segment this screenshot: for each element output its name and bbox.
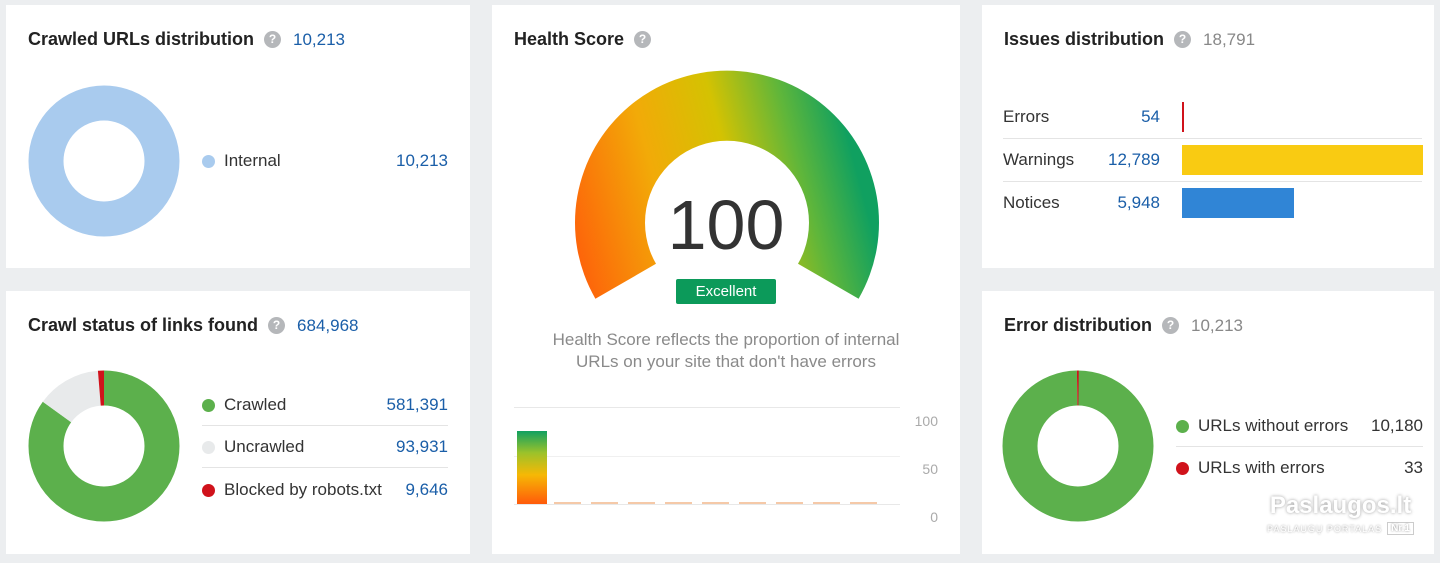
gauge-arc	[575, 70, 879, 299]
legend-value[interactable]: 93,931	[396, 437, 448, 457]
divider	[202, 467, 448, 468]
total-count[interactable]: 10,213	[293, 30, 345, 50]
watermark-logo: Paslaugos.lt PASLAUGŲ PORTALAS Nr.1	[1267, 492, 1414, 535]
crawled-urls-donut	[28, 85, 180, 237]
card-title: Crawl status of links found	[28, 315, 259, 335]
legend-dot	[202, 483, 215, 497]
watermark-brand: Paslaugos.lt	[1269, 492, 1412, 519]
issue-value-warnings[interactable]: 12,789	[1082, 150, 1160, 170]
chart-gridline-bottom	[514, 504, 900, 505]
issue-label-notices: Notices	[1003, 193, 1060, 212]
legend-dot	[202, 398, 215, 412]
issue-value-errors[interactable]: 54	[1082, 107, 1160, 127]
history-placeholder-line	[554, 502, 882, 504]
issue-label-errors: Errors	[1003, 107, 1050, 126]
crawl-status-title-row: Crawl status of links found ? 684,968	[28, 315, 358, 336]
axis-label-50: 50	[922, 461, 938, 477]
status-badge: Excellent	[676, 279, 776, 304]
legend-label: Blocked by robots.txt	[224, 480, 382, 499]
legend-item-without-errors[interactable]: URLs without errors	[1176, 416, 1348, 436]
watermark-tag: Nr.1	[1387, 522, 1414, 535]
issue-bar-notices[interactable]	[1182, 188, 1294, 218]
total-count: 10,213	[1191, 315, 1243, 335]
card-title: Crawled URLs distribution	[28, 29, 255, 49]
crawled-urls-title-row: Crawled URLs distribution ? 10,213	[28, 29, 345, 50]
help-icon[interactable]: ?	[1162, 317, 1179, 334]
legend-dot	[1176, 461, 1189, 475]
legend-item-blocked[interactable]: Blocked by robots.txt	[202, 480, 382, 500]
health-score-value: 100	[667, 186, 785, 264]
axis-label-100: 100	[914, 413, 938, 429]
legend-dot	[1176, 419, 1189, 433]
help-icon[interactable]: ?	[264, 31, 282, 48]
help-icon[interactable]: ?	[1174, 31, 1192, 48]
legend-label: Crawled	[224, 395, 287, 414]
health-score-description: Health Score reflects the proportion of …	[492, 329, 960, 373]
chart-gridline-mid	[514, 456, 900, 457]
legend-value[interactable]: 581,391	[387, 395, 448, 415]
help-icon[interactable]: ?	[268, 317, 286, 334]
legend-value[interactable]: 10,213	[396, 151, 448, 171]
legend-item-with-errors[interactable]: URLs with errors	[1176, 458, 1325, 478]
legend-label: Internal	[224, 151, 281, 170]
divider	[1003, 138, 1422, 139]
crawled-urls-card: Crawled URLs distribution ? 10,213 Inter…	[6, 5, 470, 268]
watermark-subtitle: PASLAUGŲ PORTALAS	[1267, 523, 1383, 534]
legend-label: URLs with errors	[1198, 458, 1325, 477]
issue-bar-warnings[interactable]	[1182, 145, 1423, 175]
description-line: Health Score reflects the proportion of …	[552, 330, 900, 349]
total-count: 18,791	[1203, 29, 1256, 49]
divider	[202, 425, 448, 426]
history-bar[interactable]	[517, 431, 547, 504]
issues-card: Issues distribution ? 18,791 Errors 54 W…	[982, 5, 1434, 268]
legend-item-uncrawled[interactable]: Uncrawled	[202, 437, 304, 457]
card-title: Health Score	[514, 29, 625, 49]
total-count[interactable]: 684,968	[297, 316, 358, 336]
card-title: Error distribution	[1004, 315, 1152, 335]
issue-bar-errors[interactable]	[1182, 102, 1184, 132]
error-distribution-title-row: Error distribution ? 10,213	[1004, 315, 1243, 336]
donut-segment-internal[interactable]	[28, 85, 180, 237]
issues-title-row: Issues distribution ? 18,791	[1004, 29, 1255, 50]
legend-label: URLs without errors	[1198, 416, 1349, 435]
legend-label: Uncrawled	[224, 437, 305, 456]
issue-label-warnings: Warnings	[1003, 150, 1075, 169]
divider	[1176, 446, 1423, 447]
legend-item-crawled[interactable]: Crawled	[202, 395, 286, 415]
description-line: URLs on your site that don't have errors	[576, 352, 876, 371]
health-score-card: Health Score ? 100 Excellent Health Scor…	[492, 5, 960, 554]
legend-item-internal[interactable]: Internal	[202, 151, 281, 171]
legend-value[interactable]: 33	[1404, 458, 1423, 478]
crawl-status-card: Crawl status of links found ? 684,968 Cr…	[6, 291, 470, 554]
issue-value-notices[interactable]: 5,948	[1082, 193, 1160, 213]
legend-dot	[202, 440, 215, 454]
chart-gridline-top	[514, 407, 900, 408]
legend-dot	[202, 154, 215, 168]
card-title: Issues distribution	[1004, 29, 1165, 49]
axis-label-0: 0	[930, 509, 938, 525]
crawl-status-donut	[28, 370, 180, 522]
legend-value[interactable]: 9,646	[405, 480, 448, 500]
legend-value[interactable]: 10,180	[1371, 416, 1423, 436]
divider	[1003, 181, 1422, 182]
help-icon[interactable]: ?	[634, 31, 652, 48]
watermark-subtitle-row: PASLAUGŲ PORTALAS Nr.1	[1267, 522, 1414, 535]
health-score-title-row: Health Score ?	[514, 29, 652, 50]
error-distribution-donut	[1002, 370, 1154, 522]
